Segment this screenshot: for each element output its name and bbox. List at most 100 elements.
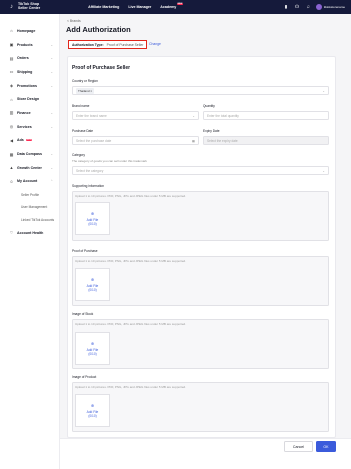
change-link[interactable]: Change — [149, 42, 161, 46]
file-count: (0/10) — [88, 414, 97, 418]
country-tag: Thailand × — [76, 87, 95, 94]
category-placeholder: Select the category — [76, 168, 104, 173]
chevron-down-icon: ⌄ — [322, 88, 325, 93]
sidebar-item-shipping[interactable]: ▭ Shipping ⌄ — [0, 65, 59, 79]
sidebar-item-homepage[interactable]: ⌂ Homepage — [0, 24, 59, 38]
cancel-button[interactable]: Cancel — [284, 441, 313, 452]
sidebar-item-finance[interactable]: ▥ Finance ⌄ — [0, 106, 59, 120]
supporting-info-add-file-button[interactable]: ⊕ Add File (0/10) — [75, 202, 110, 235]
tag-icon: ◈ — [9, 83, 14, 89]
chevron-down-icon: ⌄ — [192, 113, 195, 118]
new-badge: NEW — [25, 139, 33, 142]
calendar-icon: ▦ — [191, 138, 195, 143]
heart-icon: ♡ — [9, 230, 14, 236]
purchase-date-placeholder: Select the purchase date — [76, 138, 112, 143]
file-count: (0/10) — [88, 222, 97, 226]
image-of-product-upload — [72, 382, 329, 432]
authorization-type-box: Authorization Type: Proof of Purchase Se… — [68, 40, 147, 49]
sidebar-item-label: Finance — [17, 110, 31, 115]
sidebar-item-store-design[interactable]: ⌂ Store Design — [0, 92, 59, 106]
top-nav: Affiliate Marketing Live Manager Academy… — [88, 3, 184, 9]
sidebar-item-ads[interactable]: ◀ Ads NEW — [0, 134, 59, 148]
growth-icon: ▲ — [9, 165, 14, 171]
chevron-down-icon: ⌄ — [50, 69, 53, 74]
page-title: Add Authorization — [66, 25, 131, 34]
box-icon: ▣ — [9, 42, 14, 48]
image-of-stock-label: Image of Stock — [72, 312, 94, 316]
top-navigation-bar: ♪ TikTok Shop Seller Center Affiliate Mar… — [0, 0, 351, 14]
expiry-date-placeholder: Select the expiry date — [207, 138, 238, 143]
category-select[interactable]: Select the category ⌄ — [72, 166, 329, 175]
sidebar-item-account-health[interactable]: ♡ Account Health — [0, 226, 59, 240]
chevron-down-icon: ⌄ — [50, 152, 53, 157]
category-label: Category — [72, 153, 85, 157]
nav-academy-label: Academy — [160, 5, 177, 9]
proof-of-purchase-add-file-button[interactable]: ⊕ Add File (0/10) — [75, 268, 110, 301]
bookmark-icon[interactable]: ▮ — [283, 4, 289, 10]
truck-icon: ▭ — [9, 69, 14, 75]
wallet-icon: ▥ — [9, 110, 14, 116]
authorization-type-label: Authorization Type: — [72, 42, 104, 47]
quantity-label: Quantity — [203, 104, 215, 108]
sidebar-item-promotions[interactable]: ◈ Promotions ⌄ — [0, 79, 59, 93]
sidebar-item-growth-center[interactable]: ▲ Growth Center ⌄ — [0, 161, 59, 175]
sidebar-subitem-seller-profile[interactable]: Seller Profile — [0, 188, 59, 201]
sidebar-item-orders[interactable]: ▤ Orders ⌄ — [0, 51, 59, 65]
chevron-up-icon: ⌃ — [50, 179, 53, 184]
expiry-date-picker[interactable]: Select the expiry date — [203, 136, 329, 145]
bell-icon[interactable]: ♫ — [305, 4, 311, 10]
authorization-type-value: Proof of Purchase Seller — [106, 42, 144, 47]
chevron-down-icon: ⌄ — [50, 42, 53, 47]
sidebar-item-label: Account Health — [17, 230, 44, 235]
file-count: (0/10) — [88, 352, 97, 356]
sidebar-item-services[interactable]: ◎ Services ⌄ — [0, 120, 59, 134]
sidebar-item-products[interactable]: ▣ Products ⌄ — [0, 38, 59, 52]
file-count: (0/10) — [88, 288, 97, 292]
upload-hint: Upload 1 to 10 pictures. PDF, PNG, JPG a… — [75, 322, 187, 326]
sidebar-item-my-account[interactable]: ☺ My Account ⌃ — [0, 175, 59, 189]
chevron-down-icon: ⌄ — [50, 56, 53, 61]
store-icon: ⌂ — [10, 96, 13, 102]
ok-button[interactable]: OK — [316, 441, 336, 452]
user-icon: ☺ — [9, 178, 14, 184]
upload-hint: Upload 1 to 10 pictures. PDF, PNG, JPG a… — [75, 194, 187, 198]
brand-placeholder: Enter the brand name — [76, 113, 107, 118]
sidebar-item-label: Promotions — [17, 83, 37, 88]
sidebar-subitem-linked-accounts[interactable]: Linked TikTok Accounts — [0, 213, 59, 226]
nav-affiliate-marketing[interactable]: Affiliate Marketing — [88, 5, 119, 9]
quantity-placeholder: Enter the total quantity — [207, 113, 239, 118]
sidebar-item-label: Store Design — [17, 97, 40, 102]
chevron-down-icon: ⌄ — [50, 124, 53, 129]
image-of-product-add-file-button[interactable]: ⊕ Add File (0/10) — [75, 394, 110, 427]
section-title: Proof of Purchase Seller — [72, 65, 131, 71]
chevron-down-icon: ⌄ — [50, 83, 53, 88]
chart-icon: ▦ — [9, 151, 14, 157]
country-select[interactable]: Thailand × ⌄ — [72, 86, 329, 95]
chevron-down-icon: ⌄ — [322, 168, 325, 173]
quantity-input[interactable]: Enter the total quantity — [203, 111, 329, 120]
brand-input[interactable]: Enter the brand name ⌄ — [72, 111, 199, 120]
sidebar-item-label: My Account — [17, 179, 38, 184]
sidebar-item-label: Shipping — [17, 69, 33, 74]
tiktok-shop-logo[interactable]: ♪ TikTok Shop Seller Center — [10, 2, 40, 11]
purchase-date-picker[interactable]: Select the purchase date ▦ — [72, 136, 199, 145]
image-of-stock-add-file-button[interactable]: ⊕ Add File (0/10) — [75, 332, 110, 365]
sidebar-subitem-user-management[interactable]: User Management — [0, 201, 59, 214]
sidebar-item-label: Growth Center — [17, 165, 42, 170]
chevron-down-icon: ⌄ — [50, 110, 53, 115]
tiktok-logo-icon: ♪ — [10, 3, 13, 10]
account-menu[interactable]: tiktokstorename — [315, 3, 345, 10]
headset-icon[interactable]: ☊ — [294, 4, 300, 10]
sidebar-item-label: Data Compass — [17, 152, 42, 157]
top-icons: ▮ ☊ ♫ — [283, 4, 311, 10]
brand-label: Brand name — [72, 104, 90, 108]
nav-live-manager[interactable]: Live Manager — [128, 5, 151, 9]
proof-of-purchase-upload — [72, 256, 329, 306]
clipboard-icon: ▤ — [9, 55, 14, 61]
upload-icon: ⊕ — [90, 341, 95, 346]
back-link[interactable]: < Brands — [67, 19, 81, 23]
sidebar-item-data-compass[interactable]: ▦ Data Compass ⌄ — [0, 147, 59, 161]
nav-academy[interactable]: Academy NEW — [160, 3, 184, 9]
chevron-down-icon: ⌄ — [50, 165, 53, 170]
category-hint: The category of goods you can sell under… — [72, 159, 147, 163]
